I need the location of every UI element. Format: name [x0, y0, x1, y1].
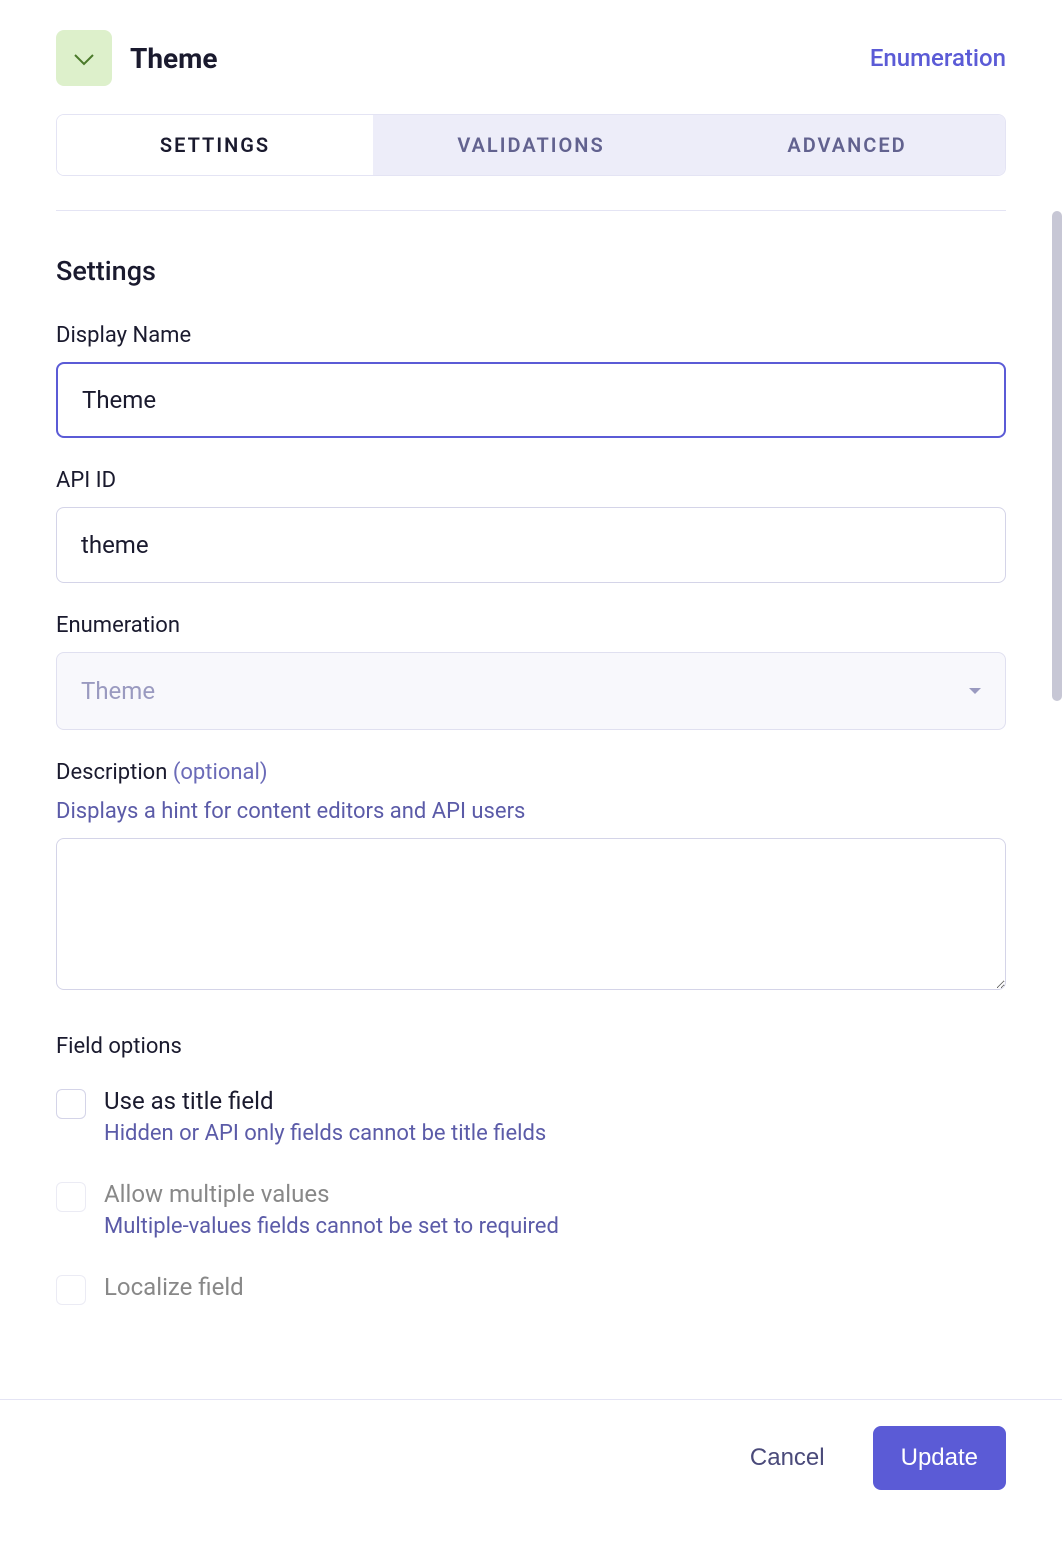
tabs: SETTINGS VALIDATIONS ADVANCED: [56, 114, 1006, 176]
use-as-title-help: Hidden or API only fields cannot be titl…: [104, 1121, 1006, 1146]
tab-settings[interactable]: SETTINGS: [57, 115, 373, 175]
chevron-down-icon: [969, 688, 981, 694]
localize-checkbox: [56, 1275, 86, 1305]
use-as-title-checkbox[interactable]: [56, 1089, 86, 1119]
allow-multiple-help: Multiple-values fields cannot be set to …: [104, 1214, 1006, 1239]
enumeration-select[interactable]: Theme: [56, 652, 1006, 730]
page-title: Theme: [130, 42, 218, 75]
display-name-label: Display Name: [56, 323, 1006, 348]
field-type-label: Enumeration: [870, 44, 1006, 72]
enumeration-selected: Theme: [81, 677, 155, 705]
api-id-label: API ID: [56, 468, 1006, 493]
description-textarea[interactable]: [56, 838, 1006, 990]
enumeration-type-icon: [56, 30, 112, 86]
scrollbar[interactable]: [1052, 211, 1062, 701]
description-helper: Displays a hint for content editors and …: [56, 799, 1006, 824]
localize-label: Localize field: [104, 1273, 1006, 1301]
header: Theme Enumeration SETTINGS VALIDATIONS A…: [0, 0, 1062, 211]
tab-advanced[interactable]: ADVANCED: [689, 115, 1005, 175]
field-options-title: Field options: [56, 1034, 1006, 1059]
allow-multiple-checkbox: [56, 1182, 86, 1212]
description-optional: (optional): [173, 760, 268, 785]
tab-validations[interactable]: VALIDATIONS: [373, 115, 689, 175]
api-id-input[interactable]: [56, 507, 1006, 583]
description-label: Description (optional): [56, 760, 1006, 785]
section-title: Settings: [56, 255, 1006, 287]
display-name-input[interactable]: [56, 362, 1006, 438]
allow-multiple-label: Allow multiple values: [104, 1180, 1006, 1208]
enumeration-label: Enumeration: [56, 613, 1006, 638]
footer: Cancel Update: [0, 1399, 1062, 1550]
update-button[interactable]: Update: [873, 1426, 1006, 1490]
use-as-title-label: Use as title field: [104, 1087, 1006, 1115]
cancel-button[interactable]: Cancel: [732, 1430, 843, 1486]
